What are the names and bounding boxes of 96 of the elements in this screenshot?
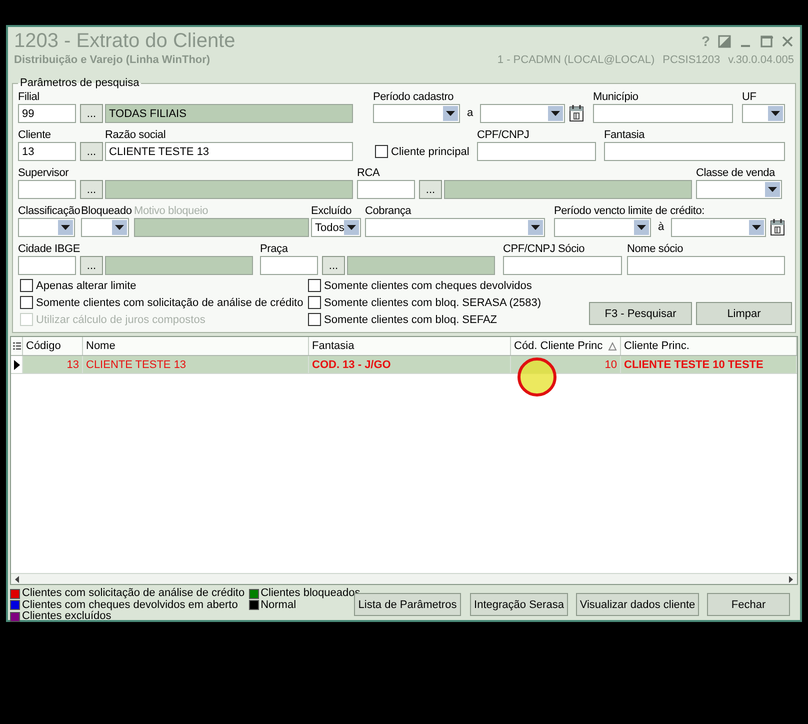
legend-label: Normal [260, 600, 296, 611]
dropdown[interactable]: Todos [311, 218, 361, 237]
checkbox-option[interactable]: Cliente principal [375, 142, 475, 161]
maximize-icon[interactable] [760, 34, 773, 48]
text-field[interactable] [503, 256, 622, 275]
checkbox-option[interactable]: Somente clientes com bloq. SERASA (2583) [308, 294, 542, 311]
dropdown[interactable] [742, 104, 785, 123]
code-field[interactable] [18, 256, 76, 275]
program-code: PCSIS1203 [662, 53, 720, 67]
field-label: Excluído [311, 204, 352, 218]
range-separator: a [466, 106, 474, 121]
browse-button[interactable]: ... [80, 256, 103, 275]
field-label: Bloqueado [81, 204, 132, 218]
table-cell: COD. 13 - J/GO [309, 356, 511, 373]
checkbox-option: Utilizar cálculo de juros compostos [20, 311, 206, 328]
browse-button[interactable]: ... [80, 180, 103, 199]
column-chooser-icon[interactable] [13, 342, 21, 350]
close-button[interactable]: Fechar [707, 593, 790, 616]
checkbox-option[interactable]: Apenas alterar limite [20, 277, 136, 294]
clear-button[interactable]: Limpar [696, 302, 792, 325]
view-client-button[interactable]: Visualizar dados cliente [576, 593, 699, 616]
field-label: CPF/CNPJ [477, 128, 530, 142]
range-separator: à [656, 220, 666, 235]
column-header[interactable]: Cliente Princ. [621, 337, 797, 355]
checkbox[interactable] [20, 296, 33, 309]
search-button[interactable]: F3 - Pesquisar [589, 302, 692, 325]
browse-button[interactable]: ... [80, 104, 103, 123]
text-field[interactable] [604, 142, 785, 161]
field-label: RCA [357, 166, 380, 180]
field-label: Cidade IBGE [18, 242, 80, 256]
field-label: Classificação [18, 204, 80, 218]
field-label: Período cadastro [373, 90, 454, 104]
checkbox-option[interactable]: Somente clientes com bloq. SEFAZ [308, 311, 498, 328]
parameters-list-button[interactable]: Lista de Parâmetros [354, 593, 461, 616]
code-field[interactable]: 13 [18, 142, 76, 161]
sort-ascending-icon [608, 342, 617, 350]
checkbox[interactable] [308, 296, 321, 309]
dropdown[interactable] [18, 218, 75, 237]
code-field[interactable] [357, 180, 415, 199]
checkbox[interactable] [308, 313, 321, 326]
field-label: Motivo bloqueio [134, 204, 208, 218]
field-label: UF [742, 90, 756, 104]
field-label: Nome sócio [627, 242, 684, 256]
code-field[interactable] [18, 180, 76, 199]
browse-button[interactable]: ... [322, 256, 345, 275]
row-pointer-icon [13, 358, 21, 370]
table-cell: CLIENTE TESTE 10 TESTE [621, 356, 797, 373]
checkbox[interactable] [308, 279, 321, 292]
field-label: Classe de venda [696, 166, 775, 180]
table-cell: 13 [23, 356, 83, 373]
legend-label: Clientes excluídos [22, 611, 112, 622]
browse-button[interactable]: ... [419, 180, 442, 199]
window-title: 1203 - Extrato do Cliente [14, 29, 236, 53]
dropdown[interactable] [81, 218, 129, 237]
layout-icon[interactable] [718, 34, 731, 48]
checkbox-option[interactable]: Somente clientes com solicitação de análise de crédito [20, 294, 304, 311]
field-label: Razão social [105, 128, 166, 142]
column-header[interactable]: Fantasia [309, 337, 511, 355]
close-icon[interactable] [781, 34, 794, 48]
description-field[interactable]: CLIENTE TESTE 13 [105, 142, 353, 161]
field-label: Cobrança [365, 204, 412, 218]
text-field[interactable] [593, 104, 733, 123]
browse-button[interactable]: ... [80, 142, 103, 161]
column-header[interactable]: Cód. Cliente Princ [511, 337, 621, 355]
legend-label: Clientes com cheques devolvidos em aberto [22, 600, 238, 610]
checkbox-option[interactable]: Somente clientes com cheques devolvidos [308, 277, 532, 294]
scroll-right-icon[interactable] [787, 574, 795, 584]
checkbox[interactable] [375, 145, 388, 158]
field-label: Supervisor [18, 166, 69, 180]
field-label: CPF/CNPJ Sócio [503, 242, 585, 256]
field-label: Filial [18, 90, 40, 104]
calendar-icon[interactable] [568, 104, 585, 123]
scroll-left-icon[interactable] [13, 574, 21, 584]
text-field[interactable] [627, 256, 785, 275]
table-cell: CLIENTE TESTE 13 [83, 356, 309, 373]
field-label: Período vencto limite de crédito: [554, 204, 705, 218]
column-header[interactable]: Código [23, 337, 83, 355]
field-label: Praça [260, 242, 288, 256]
legend-label: Clientes com solicitação de análise de crédito [22, 588, 245, 600]
version-label: v.30.0.04.005 [728, 53, 794, 67]
description-field: TODAS FILIAIS [105, 104, 353, 123]
group-title: Parâmetros de pesquisa [19, 77, 140, 90]
checkbox[interactable] [20, 279, 33, 292]
cursor-highlight [516, 356, 558, 398]
field-label: Fantasia [604, 128, 645, 142]
code-field[interactable] [260, 256, 318, 275]
field-label: Cliente [18, 128, 51, 142]
field-label: Município [593, 90, 638, 104]
serasa-integration-button[interactable]: Integração Serasa [470, 593, 568, 616]
calendar-icon[interactable] [769, 218, 786, 237]
column-header[interactable]: Nome [83, 337, 309, 355]
horizontal-scrollbar[interactable] [11, 573, 797, 584]
user-info: 1 - PCADMN (LOCAL@LOCAL) [497, 53, 655, 67]
window-subtitle: Distribuição e Varejo (Linha WinThor) [14, 53, 212, 67]
text-field[interactable] [477, 142, 596, 161]
code-field[interactable]: 99 [18, 104, 76, 123]
